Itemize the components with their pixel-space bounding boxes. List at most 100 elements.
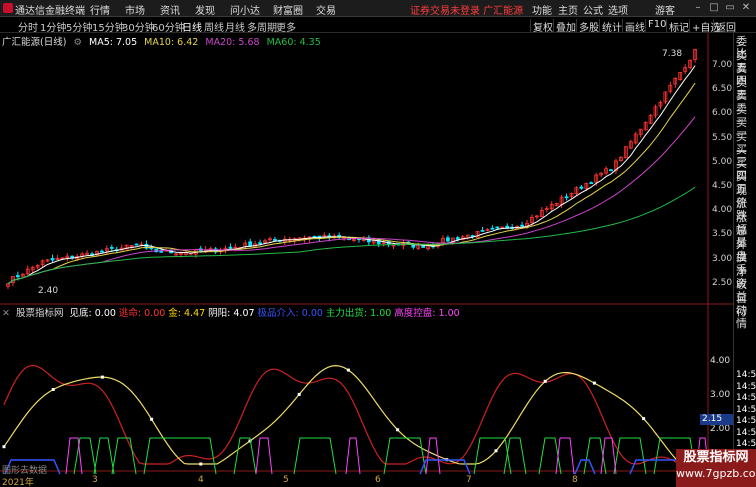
period-30min[interactable]: 30分钟 [122,19,155,34]
period-1min[interactable]: 1分钟 [40,19,66,34]
indicator-value: 阴阳: 4.07 [208,308,255,319]
candle-body [579,186,584,189]
login-notice[interactable]: 证券交易未登录 广汇能源 [410,2,523,17]
period-5min[interactable]: 5分钟 [66,19,92,34]
ma10-label: MA10: 6.42 [144,37,199,48]
tool-fuquan[interactable]: 复权 [530,19,553,34]
price-tick-label: 2.50 [712,277,733,288]
sidebar-time: 14:56 [736,370,756,380]
menu-jiaoyi[interactable]: 交易 [316,2,336,17]
candle-body [273,239,277,241]
indicator-value: 高度控盘: 1.00 [394,308,460,319]
candle-body [446,237,450,242]
data-button[interactable]: 图形去数据 [2,463,47,476]
indicator-marker [199,462,203,466]
ma5-label: MA5: 7.05 [89,37,138,48]
close-indicator-icon[interactable]: ✕ [2,308,10,319]
sidebar-time: 14:56 [736,404,756,415]
indicator-red-line [3,364,697,465]
menu-zixun[interactable]: 资讯 [160,2,180,17]
menu-wenxiaoda[interactable]: 问小达 [230,2,260,17]
period-more[interactable]: 更多 [276,19,296,34]
indicator-marker [346,368,350,372]
menu-shichang[interactable]: 市场 [125,2,145,17]
period-daily[interactable]: 日线 [182,19,202,34]
period-15min[interactable]: 15分钟 [92,19,125,34]
tool-f10[interactable]: F10 [645,19,666,32]
indicator-value: 见底: 0.00 [69,308,116,319]
time-tick-label: 5 [283,475,289,485]
candle-body [15,275,20,278]
menu-caifuquan[interactable]: 财富圈 [273,2,303,17]
indicator-tick-label: 3.00 [710,390,731,400]
time-tick-label: 2021年 [2,478,34,487]
indicator-value: 极品介入: 0.00 [257,308,323,319]
signal-pulse-magenta [345,437,361,475]
candle-body [258,242,262,245]
watermark-title: 股票指标网 [683,450,749,465]
signal-pulse-green [111,437,137,475]
menu-xuanxiang[interactable]: 选项 [608,2,628,17]
ma60-line [7,186,696,285]
indicator-tick-label: 4.00 [710,356,731,366]
time-tick-label: 4 [198,475,204,485]
signal-pulse-green [293,437,337,475]
indicator-current-value: 2.15 [700,414,733,425]
tool-duogu[interactable]: 多股 [576,19,599,34]
signal-pulse-green [383,437,427,475]
price-tick-label: 3.50 [712,229,733,240]
quote-sidebar: 委比 卖五 卖四 卖三 卖二 卖一 买一 买二 买三 买四 买五 现价 涨跌 涨幅 总量 外盘 换手 净资 收益 自动… [733,33,756,487]
ma20-label: MA20: 5.68 [205,37,260,48]
tool-fanhui[interactable]: 返回 [713,19,736,34]
signal-pulse-green [73,437,97,475]
period-weekly[interactable]: 周线 [204,19,224,34]
high-price-label: 7.38 [662,49,683,59]
candle-body [228,246,233,249]
indicator-marker [494,449,498,453]
ma5-line [7,65,696,285]
candle-body [609,169,613,172]
price-tick-label: 4.50 [712,181,733,191]
time-tick-label: 3 [92,475,98,485]
indicator-title[interactable]: 股票指标网 [16,308,64,319]
low-price-label: 2.40 [38,286,59,296]
tool-diejia[interactable]: 叠加 [553,19,576,34]
menu-youke[interactable]: 游客 [655,2,675,17]
price-tick-label: 6.50 [712,84,733,95]
menu-faxian[interactable]: 发现 [195,2,215,17]
indicator-value: 主力出货: 1.00 [325,308,392,319]
period-multi[interactable]: 多周期 [247,19,277,34]
period-fenshi[interactable]: 分时 [18,19,38,34]
indicator-marker [642,417,646,421]
candle-body [490,227,495,230]
indicator-marker [297,392,301,396]
sidebar-time: 14:56 [736,416,756,426]
indicator-legend: ✕ 股票指标网 见底: 0.00 逃命: 0.00 金: 4.47 阴阳: 4.07 极… [2,305,466,319]
maximize-icon[interactable]: □ [708,2,720,14]
indicator-marker [396,428,400,432]
minimize-icon[interactable]: – [692,2,704,14]
signal-pulse-green [233,437,257,475]
kline-chart-area[interactable] [0,33,733,487]
tool-biaoji[interactable]: 标记 [666,19,689,34]
signal-pulse-green [503,437,527,475]
period-60min[interactable]: 60分钟 [152,19,185,34]
signal-pulse-green [93,437,115,475]
candle-body [495,226,500,229]
stock-title: 广汇能源(日线) [2,37,67,48]
tool-huaxian[interactable]: 画线 [622,19,645,34]
settings-icon[interactable]: ⚙ [73,37,82,48]
tool-tongji[interactable]: 统计 [599,19,622,34]
close-icon[interactable]: ✕ [740,2,752,14]
menu-hangqing[interactable]: 行情 [90,2,110,17]
signal-pulse-magenta [425,437,441,475]
sidebar-time: 14:56 [736,393,756,403]
sidebar-field-label[interactable]: 行情 [736,306,756,330]
price-tick-label: 5.50 [712,132,733,143]
menu-zhuye[interactable]: 主页 [558,2,578,17]
top-menubar: 通达信金融终端 行情 市场 资讯 发现 问小达 财富圈 交易 证券交易未登录 广… [0,0,756,17]
menu-gongneng[interactable]: 功能 [532,2,552,17]
period-monthly[interactable]: 月线 [225,19,245,34]
menu-gongshi[interactable]: 公式 [583,2,603,17]
restore-icon[interactable]: ▭ [724,2,736,14]
